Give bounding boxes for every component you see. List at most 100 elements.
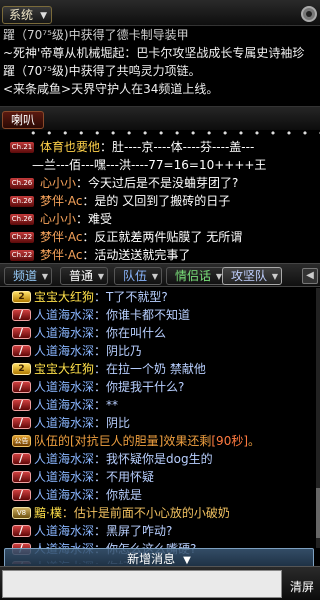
chat-text: ：你提我干什么? [94, 380, 185, 394]
chat-sender[interactable]: 人道海水深 [34, 488, 94, 502]
chat-badge-icon [12, 522, 31, 540]
chat-text: ：我怀疑你是dog生的 [94, 452, 213, 466]
chat-sender[interactable]: 人道海水深 [34, 470, 94, 484]
horn-sender[interactable]: 梦伴·Ac [40, 230, 82, 244]
chat-text: ：你在叫什么 [94, 326, 167, 340]
tab-channel[interactable]: 频道 ▼ [4, 267, 53, 285]
chat-input[interactable] [2, 570, 282, 598]
buff-notice: 队伍的[对抗巨人的胆量]效果还剩[90秒]。 [34, 434, 260, 448]
chevron-down-icon: ▼ [41, 272, 49, 281]
tab-couple[interactable]: 情侣话 ▼ [166, 267, 227, 285]
system-message: 躍（70⁷⁵级)中获得了德卡制导装甲 [3, 28, 189, 42]
chat-sender[interactable]: 宝宝大红狗 [34, 362, 94, 376]
chat-badge-icon [12, 450, 31, 468]
chevron-down-icon: ▼ [183, 555, 191, 566]
system-message-list: 躍（70⁷⁵级)中获得了德卡制导装甲 ~死神'帝尊从机械堀起：巴卡尔攻坚战成长专… [0, 28, 320, 104]
horn-message: Ch.26 心小小：难受 [0, 210, 320, 228]
horn-header: 喇叭 [0, 106, 320, 130]
channel-badge: Ch.26 [10, 178, 34, 189]
horn-text: ：难受 [76, 212, 113, 226]
horn-message: Ch.26 梦伴·Ac：是的 又回到了搬砖的日子 [0, 192, 320, 210]
notice-text: 队伍的[对抗巨人的胆量]效果还剩 [34, 434, 212, 448]
chat-badge-icon: 公告 [12, 435, 31, 447]
horn-sender[interactable]: 梦伴·Ac [40, 248, 82, 262]
chat-scrollbar[interactable] [316, 288, 320, 548]
chat-row: 2 宝宝大红狗：在拉一个奶 禁献他 [0, 360, 320, 378]
chevron-down-icon: ▼ [40, 11, 48, 21]
scroll-tabs-left-button[interactable]: ◀ [302, 268, 318, 284]
horn-sender[interactable]: 心小小 [40, 212, 76, 226]
chat-row: 人道海水深：黑屏了咋动? [0, 522, 320, 540]
tab-normal[interactable]: 普通 ▼ [60, 267, 109, 285]
chat-text: ：黑屏了咋动? [94, 524, 173, 538]
gear-icon[interactable] [301, 6, 317, 22]
new-messages-label: 新增消息 [127, 552, 176, 566]
chat-sender[interactable]: 人道海水深 [34, 308, 94, 322]
system-message: <来条咸鱼>天界守护人在34频道上线。 [3, 82, 219, 96]
chat-badge-icon [12, 414, 31, 432]
horn-text: ：今天过后是不是没蛐芽团了? [76, 176, 239, 190]
system-message: 躍（70⁷⁵级)中获得了共鸣灵力项链。 [3, 64, 201, 78]
chat-sender[interactable]: 人道海水深 [34, 380, 94, 394]
chat-badge-icon [12, 378, 31, 396]
chat-sender[interactable]: 人道海水深 [34, 524, 94, 538]
chat-badge-icon [12, 342, 31, 360]
tab-normal-label: 普通 [69, 269, 94, 283]
clear-screen-button[interactable]: 清屏 [290, 575, 320, 599]
channel-badge: Ch.22 [10, 232, 34, 243]
channel-badge: Ch.26 [10, 196, 34, 207]
tab-channel-label: 频道 [13, 269, 38, 283]
horn-sender[interactable]: 体育也要他 [40, 140, 100, 154]
channel-badge: Ch.21 [10, 142, 34, 153]
chat-row: 人道海水深：阴比 [0, 414, 320, 432]
chat-text: ：你谁卡都不知道 [94, 308, 191, 322]
scrollbar-thumb[interactable] [316, 488, 320, 538]
system-tab-label: 系统 [9, 8, 34, 22]
chat-row: 人道海水深：你在叫什么 [0, 324, 320, 342]
chat-badge-icon [12, 486, 31, 504]
chevron-down-icon: ▼ [97, 272, 105, 281]
system-message: ~死神'帝尊从机械堀起：巴卡尔攻坚战成长专属史诗袖珍 [3, 46, 305, 60]
horn-tab[interactable]: 喇叭 [2, 111, 45, 129]
horn-text: ：活动送送就完事了 [82, 248, 191, 262]
chat-row: 人道海水深：你就是 [0, 486, 320, 504]
chat-sender[interactable]: 人道海水深 [34, 452, 94, 466]
chat-badge-icon [12, 396, 31, 414]
horn-message: Ch.26 心小小：今天过后是不是没蛐芽团了? [0, 174, 320, 192]
chat-row: V8 黯·樸：估计是前面不小心放的小破奶 [0, 504, 320, 522]
input-bar: 清屏 [0, 566, 320, 600]
channel-badge: Ch.22 [10, 250, 34, 261]
chat-text: ：阴比 [94, 416, 131, 430]
chat-sender[interactable]: 人道海水深 [34, 344, 94, 358]
chat-row: 人道海水深：不用怀疑 [0, 468, 320, 486]
chevron-down-icon: ▼ [271, 272, 279, 281]
chat-sender[interactable]: 人道海水深 [34, 398, 94, 412]
notice-countdown: [90秒] [211, 434, 249, 448]
chat-badge-icon [12, 306, 31, 324]
chat-row: 公告 队伍的[对抗巨人的胆量]效果还剩[90秒]。 [0, 432, 320, 450]
chat-message-list[interactable]: 2宝宝大红狗：T了不就型?人道海水深：你谁卡都不知道人道海水深：你在叫什么人道海… [0, 288, 320, 564]
chat-row: 人道海水深：你提我干什么? [0, 378, 320, 396]
chat-sender[interactable]: 黯·樸 [34, 506, 62, 520]
chat-badge-icon [12, 468, 31, 486]
tab-raid-label: 攻坚队 [231, 269, 268, 283]
horn-sender[interactable]: 梦伴·Ac [40, 194, 82, 208]
chevron-down-icon: ▼ [151, 272, 159, 281]
horn-text: —兰---佰---嘿---洪----77=16=10++++王 [32, 158, 267, 172]
chat-badge-icon: 2 [12, 291, 31, 303]
tab-raid[interactable]: 攻坚队 ▼ [222, 267, 283, 285]
system-channel-tab[interactable]: 系统 ▼ [2, 6, 53, 24]
horn-message: —兰---佰---嘿---洪----77=16=10++++王 [0, 156, 320, 174]
chat-row: 人道海水深：你谁卡都不知道 [0, 306, 320, 324]
chat-text: ：你就是 [94, 488, 143, 502]
horn-message: Ch.22 梦伴·Ac：反正就差两件贴膜了 无所谓 [0, 228, 320, 246]
chat-text: ：阴比乃 [94, 344, 143, 358]
chat-sender[interactable]: 人道海水深 [34, 326, 94, 340]
chat-sender[interactable]: 宝宝大红狗 [34, 290, 94, 304]
chat-badge-icon: 2 [12, 363, 31, 375]
horn-sender[interactable]: 心小小 [40, 176, 76, 190]
chat-text: ：** [94, 398, 119, 412]
chat-sender[interactable]: 人道海水深 [34, 416, 94, 430]
tab-team[interactable]: 队伍 ▼ [114, 267, 163, 285]
chat-row: 人道海水深：** [0, 396, 320, 414]
